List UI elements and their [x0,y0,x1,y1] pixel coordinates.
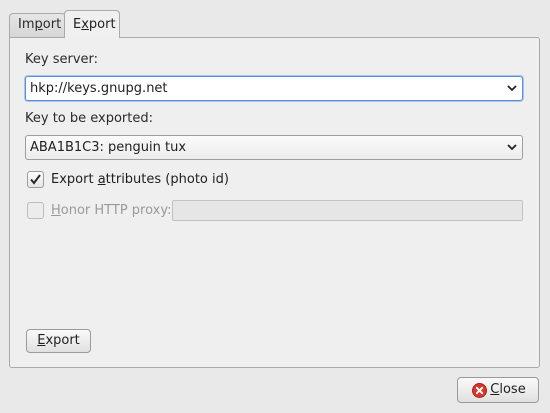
key-to-export-combobox[interactable]: ABA1B1C3: penguin tux [25,135,523,160]
export-attributes-label-post: ttributes (photo id) [105,172,229,187]
tab-export-label-pre: E [73,17,82,32]
close-button-mnemonic: C [490,382,500,397]
tab-import-label-pre: Im [18,17,35,32]
honor-http-proxy-label[interactable]: Honor HTTP proxy: [51,203,172,218]
key-server-label: Key server: [25,52,99,67]
tab-export-label-post: port [88,17,116,32]
export-attributes-label-pre: Export [51,172,98,187]
export-key-dialog: Import Export Key server: hkp://keys.gnu… [0,0,550,413]
export-button-label: xport [45,333,80,348]
tab-export-mnemonic: x [81,17,89,32]
honor-http-proxy-label-post: onor HTTP proxy: [60,203,172,218]
key-server-value: hkp://keys.gnupg.net [30,81,168,96]
close-button-label: lose [499,382,526,397]
close-icon [472,383,487,398]
tab-import-label-post: ort [42,17,62,32]
tab-import[interactable]: Import [9,13,66,37]
key-server-combobox[interactable]: hkp://keys.gnupg.net [25,76,523,101]
key-to-export-value: ABA1B1C3: penguin tux [30,140,187,155]
export-button[interactable]: Export [26,329,91,353]
chevron-down-icon [507,144,517,151]
chevron-down-icon [507,85,517,92]
honor-http-proxy-mnemonic: H [51,203,61,218]
honor-http-proxy-checkbox[interactable] [27,202,44,219]
checkmark-icon [30,174,41,185]
tab-export[interactable]: Export [64,10,120,38]
tab-import-mnemonic: p [34,17,43,32]
http-proxy-field[interactable] [172,200,523,221]
export-attributes-checkbox[interactable] [27,171,44,188]
export-attributes-mnemonic: a [97,172,106,187]
export-attributes-label[interactable]: Export attributes (photo id) [51,172,229,187]
close-button[interactable]: Close [457,377,539,403]
key-to-export-label: Key to be exported: [25,111,154,126]
